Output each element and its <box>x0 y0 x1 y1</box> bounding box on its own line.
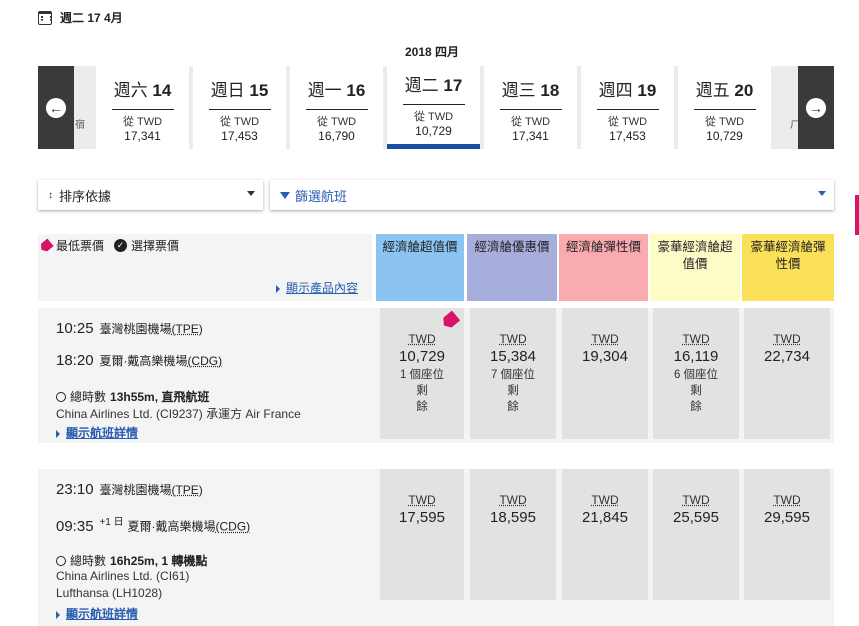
stopwatch-icon <box>56 555 66 566</box>
next-dates-button[interactable]: → <box>798 66 834 149</box>
caret-right-icon <box>56 429 60 438</box>
flight-row: 10:25 臺灣桃園機場(TPE) 18:20 夏爾·戴高樂機場(CDG) 總時… <box>38 308 834 443</box>
fare-cell-economy-flex[interactable]: TWD 19,304 <box>562 308 648 439</box>
duration: 總時數 13h55m, 直飛航班 <box>56 388 209 405</box>
next-day-indicator: +1 日 <box>99 517 124 528</box>
date-cell-16[interactable]: 週一 16 從 TWD 16,790 <box>290 66 383 149</box>
flight-info: 23:10 臺灣桃園機場(TPE) 09:35 +1 日 夏爾·戴高樂機場(CD… <box>38 469 372 626</box>
sort-dropdown[interactable]: ↕ 排序依據 <box>38 180 263 210</box>
arrow-left-icon: ← <box>46 97 66 118</box>
date-cell-15[interactable]: 週日 15 從 TWD 17,453 <box>193 66 286 149</box>
flight-row: 23:10 臺灣桃園機場(TPE) 09:35 +1 日 夏爾·戴高樂機場(CD… <box>38 469 834 626</box>
selected-fare-label: 選擇票價 <box>131 239 180 253</box>
duration: 總時數 16h25m, 1 轉機點 <box>56 552 207 569</box>
fare-cell-premium-flex[interactable]: TWD 22,734 <box>744 308 830 439</box>
date-cell-14[interactable]: 週六 14 從 TWD 17,341 <box>96 66 189 149</box>
sort-label: 排序依據 <box>59 188 112 204</box>
show-flight-details-link[interactable]: 顯示航班詳情 <box>56 605 138 622</box>
date-carousel: ← 宿 週六 14 從 TWD 17,341 週日 15 從 TWD 17,45… <box>38 66 834 149</box>
departure: 10:25 臺灣桃園機場(TPE) <box>56 320 203 337</box>
lowest-fare-label: 最低票價 <box>56 239 105 253</box>
fare-cell-economy-promo[interactable]: TWD 15,384 7 個座位剩 餘 <box>470 308 556 439</box>
date-cell-19[interactable]: 週四 19 從 TWD 17,453 <box>581 66 674 149</box>
prev-dates-button[interactable]: ← <box>38 66 74 149</box>
fare-cell-premium-saver[interactable]: TWD 16,119 6 個座位剩 餘 <box>653 308 739 439</box>
fare-cell-premium-saver[interactable]: TWD 25,595 <box>653 469 739 600</box>
date-cell-20[interactable]: 週五 20 從 TWD 10,729 <box>678 66 771 149</box>
cabin-header-economy-saver: 經濟艙超值價 <box>376 234 464 301</box>
date-cell-17-selected[interactable]: 週二 17 從 TWD 10,729 <box>387 66 480 149</box>
calendar-icon <box>38 10 52 25</box>
caret-right-icon <box>275 284 280 293</box>
selected-date-label: 週二 17 4月 <box>60 11 123 25</box>
caret-right-icon <box>56 610 60 619</box>
cabin-header-premium-saver: 豪華經濟艙超 值價 <box>650 234 740 301</box>
fare-cell-premium-flex[interactable]: TWD 29,595 <box>744 469 830 600</box>
filter-label: 篩選航班 <box>295 188 348 204</box>
chevron-down-icon <box>818 191 826 196</box>
flight-info: 10:25 臺灣桃園機場(TPE) 18:20 夏爾·戴高樂機場(CDG) 總時… <box>38 308 372 443</box>
fare-cell-economy-saver[interactable]: TWD 17,595 <box>380 469 464 600</box>
cabin-header-economy-promo: 經濟艙優惠價 <box>467 234 557 301</box>
departure: 23:10 臺灣桃園機場(TPE) <box>56 481 203 498</box>
fare-cell-economy-flex[interactable]: TWD 21,845 <box>562 469 648 600</box>
checkmark-icon: ✓ <box>114 239 128 252</box>
carrier-line: Lufthansa (LH1028) <box>56 586 163 600</box>
lowest-fare-tag-icon <box>440 310 461 330</box>
arrival: 09:35 +1 日 夏爾·戴高樂機場(CDG) <box>56 517 251 535</box>
show-products-link[interactable]: 顯示產品內容 <box>275 279 358 296</box>
price-tag-icon <box>38 238 54 253</box>
fare-cell-economy-promo[interactable]: TWD 18,595 <box>470 469 556 600</box>
stopwatch-icon <box>56 391 66 402</box>
cabin-header-premium-flex: 豪華經濟艙彈 性價 <box>742 234 834 301</box>
date-cell-18[interactable]: 週三 18 從 TWD 17,341 <box>484 66 577 149</box>
month-label: 2018 四月 <box>405 45 460 59</box>
carrier-line: China Airlines Ltd. (CI9237) 承運方 Air Fra… <box>56 407 301 421</box>
side-accent <box>855 195 859 235</box>
cabin-header-economy-flex: 經濟艙彈性價 <box>559 234 648 301</box>
selected-date-header: 週二 17 4月 <box>38 9 123 26</box>
chevron-down-icon <box>247 191 255 196</box>
carrier-line: China Airlines Ltd. (CI61) <box>56 569 190 583</box>
arrival: 18:20 夏爾·戴高樂機場(CDG) <box>56 352 223 369</box>
funnel-icon <box>280 191 290 199</box>
sort-icon: ↕ <box>48 189 53 201</box>
show-flight-details-link[interactable]: 顯示航班詳情 <box>56 424 138 441</box>
arrow-right-icon: → <box>806 97 826 118</box>
prev-date-fragment: 宿 <box>75 120 85 131</box>
fare-cell-economy-saver[interactable]: TWD 10,729 1 個座位剩 餘 <box>380 308 464 439</box>
filter-flights-dropdown[interactable]: 篩選航班 <box>270 180 834 210</box>
fare-legend: 最低票價 ✓ 選擇票價 顯示產品內容 <box>38 234 372 301</box>
